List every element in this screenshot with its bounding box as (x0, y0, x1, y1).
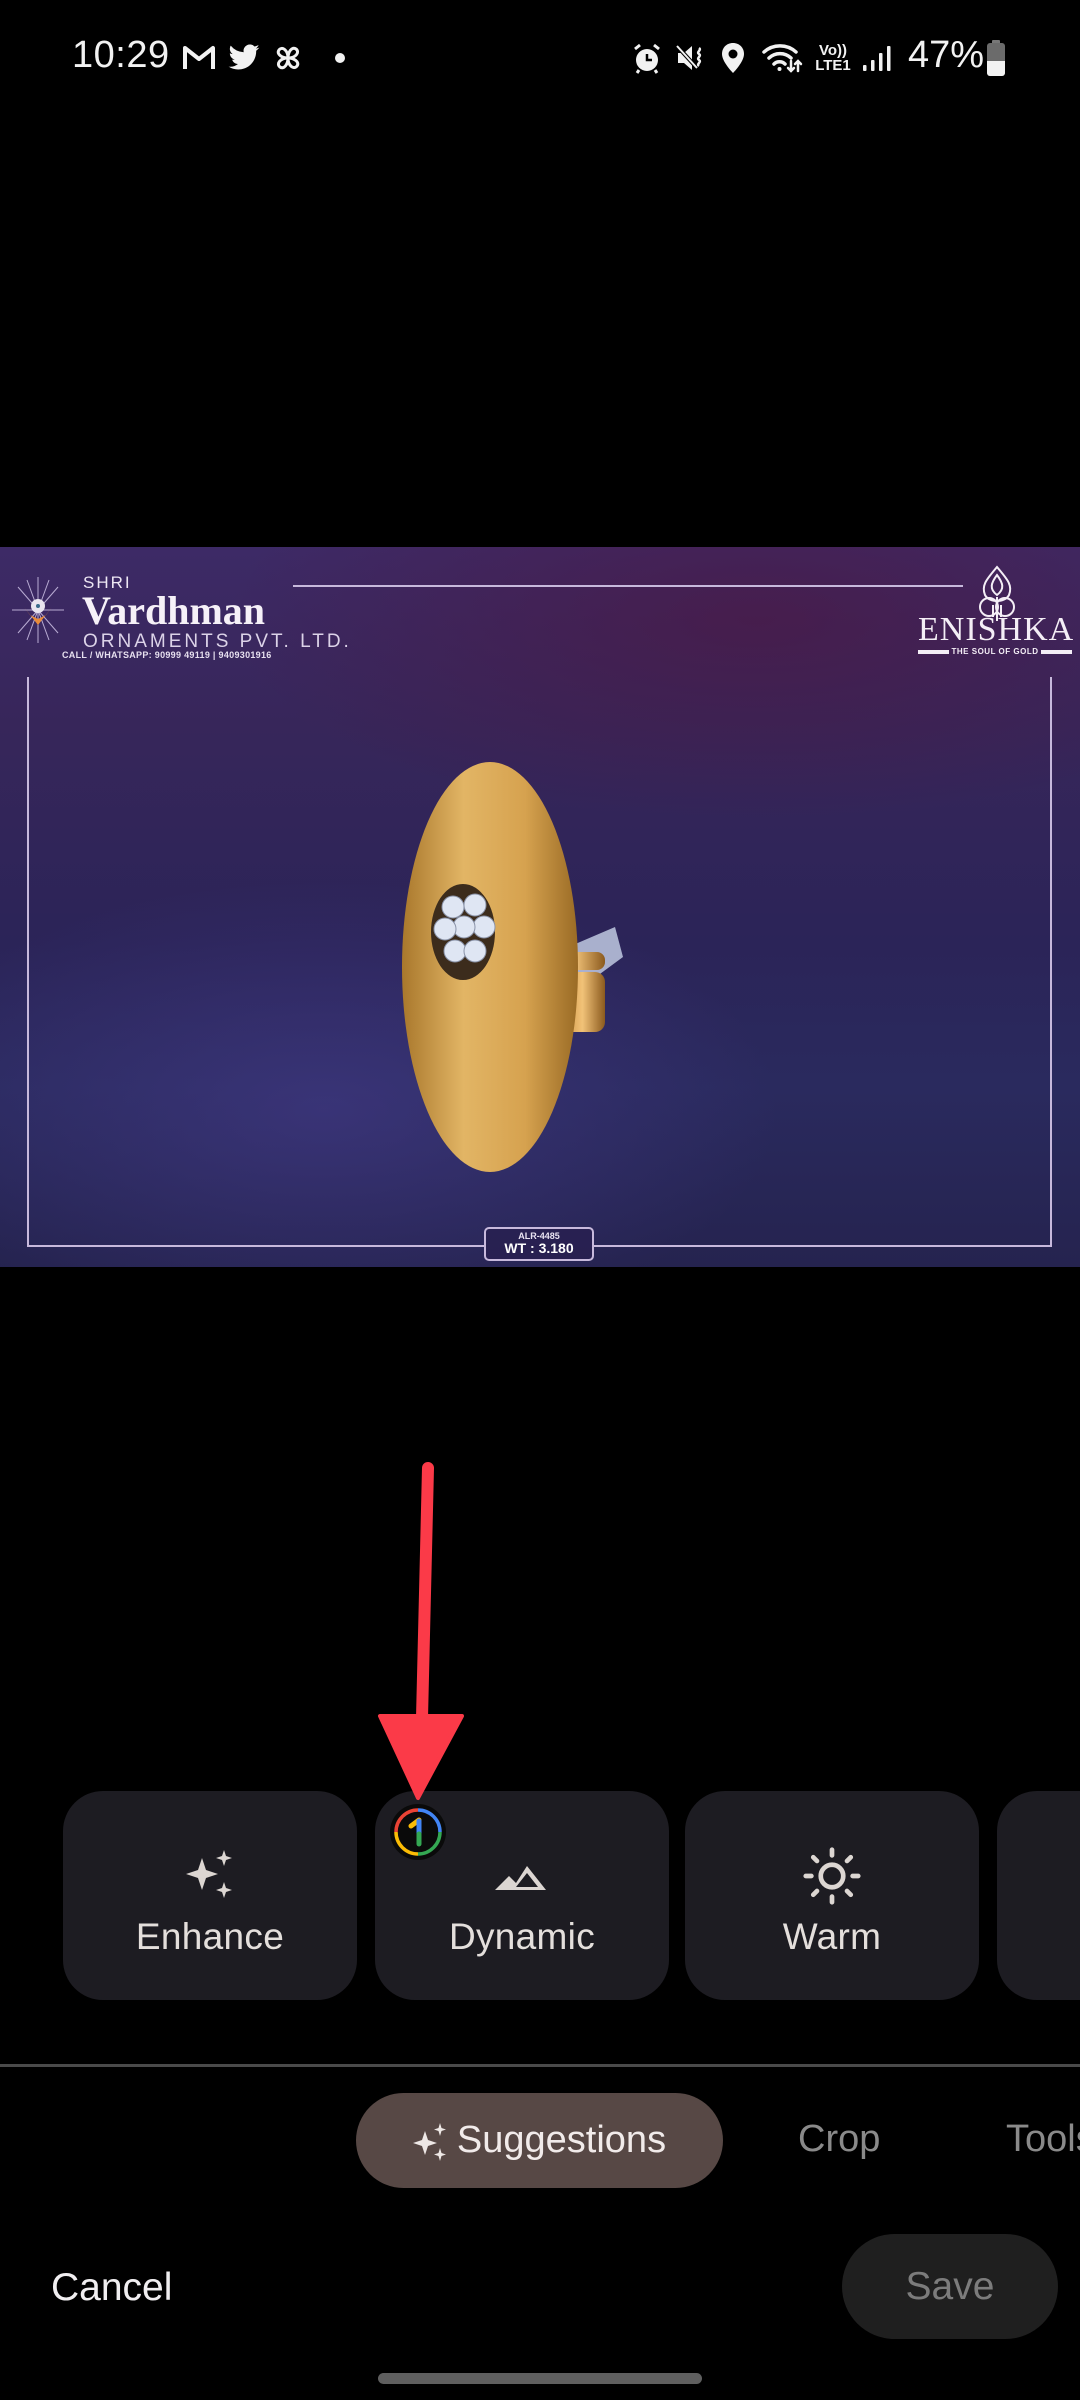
status-time: 10:29 (72, 34, 170, 76)
save-button[interactable]: Save (842, 2234, 1058, 2339)
annotation-arrow-icon (370, 1460, 470, 1805)
signal-icon (858, 40, 894, 76)
twitter-icon (224, 40, 264, 76)
sun-icon (802, 1846, 862, 1906)
suggestion-card-enhance[interactable]: Enhance (63, 1791, 357, 2000)
suggestion-label: Dynamic (448, 1916, 596, 1957)
edited-photo[interactable]: SHRI Vardhman ORNAMENTS PVT. LTD. CALL /… (0, 547, 1080, 1267)
frame-line-bottom-left (27, 1245, 484, 1247)
more-notifications-dot-icon (332, 40, 348, 76)
pinwheel-icon (270, 40, 306, 76)
wifi-icon (760, 40, 804, 76)
enishka-name: ENISHKA (918, 611, 1075, 648)
frame-line-top (293, 585, 963, 587)
brand-contact: CALL / WHATSAPP: 90999 49119 | 940930191… (62, 650, 272, 660)
tab-suggestions[interactable]: Suggestions (356, 2093, 723, 2188)
vardhman-logo-icon (10, 575, 66, 645)
mute-vibrate-icon (674, 40, 708, 76)
cancel-button[interactable]: Cancel (51, 2266, 172, 2310)
suggestion-label: Enhance (135, 1916, 285, 1957)
google-one-badge-icon (390, 1804, 446, 1860)
gmail-icon (180, 40, 218, 76)
toolbar-divider (0, 2064, 1080, 2067)
enishka-tagline: THE SOUL OF GOLD (918, 647, 1072, 656)
sparkles-icon (180, 1846, 240, 1906)
brand-name: Vardhman (82, 588, 266, 633)
suggestion-card-warm[interactable]: Warm (685, 1791, 979, 2000)
alarm-icon (630, 40, 664, 76)
location-icon (718, 40, 748, 76)
tab-tools[interactable]: Tools (1006, 2118, 1080, 2161)
battery-icon (987, 40, 1005, 76)
frame-line-bottom-right (594, 1245, 1052, 1247)
gold-ring-image (395, 757, 625, 1177)
frame-line-right (1050, 677, 1052, 1246)
tab-label: Suggestions (456, 2119, 667, 2161)
product-weight: WT : 3.180 (504, 1239, 574, 1256)
sparkles-icon (412, 2121, 447, 2161)
home-gesture-bar[interactable] (378, 2373, 702, 2384)
product-tag: ALR-4485 WT : 3.180 (484, 1227, 594, 1261)
frame-line-left (27, 677, 29, 1246)
battery-percentage: 47% (908, 34, 985, 76)
mountain-icon (492, 1846, 552, 1906)
tab-crop[interactable]: Crop (798, 2118, 880, 2161)
suggestion-label: Warm (782, 1916, 882, 1957)
suggestion-card-partial[interactable] (997, 1791, 1080, 2000)
volte-icon: Vo)) LTE1 (815, 42, 851, 74)
